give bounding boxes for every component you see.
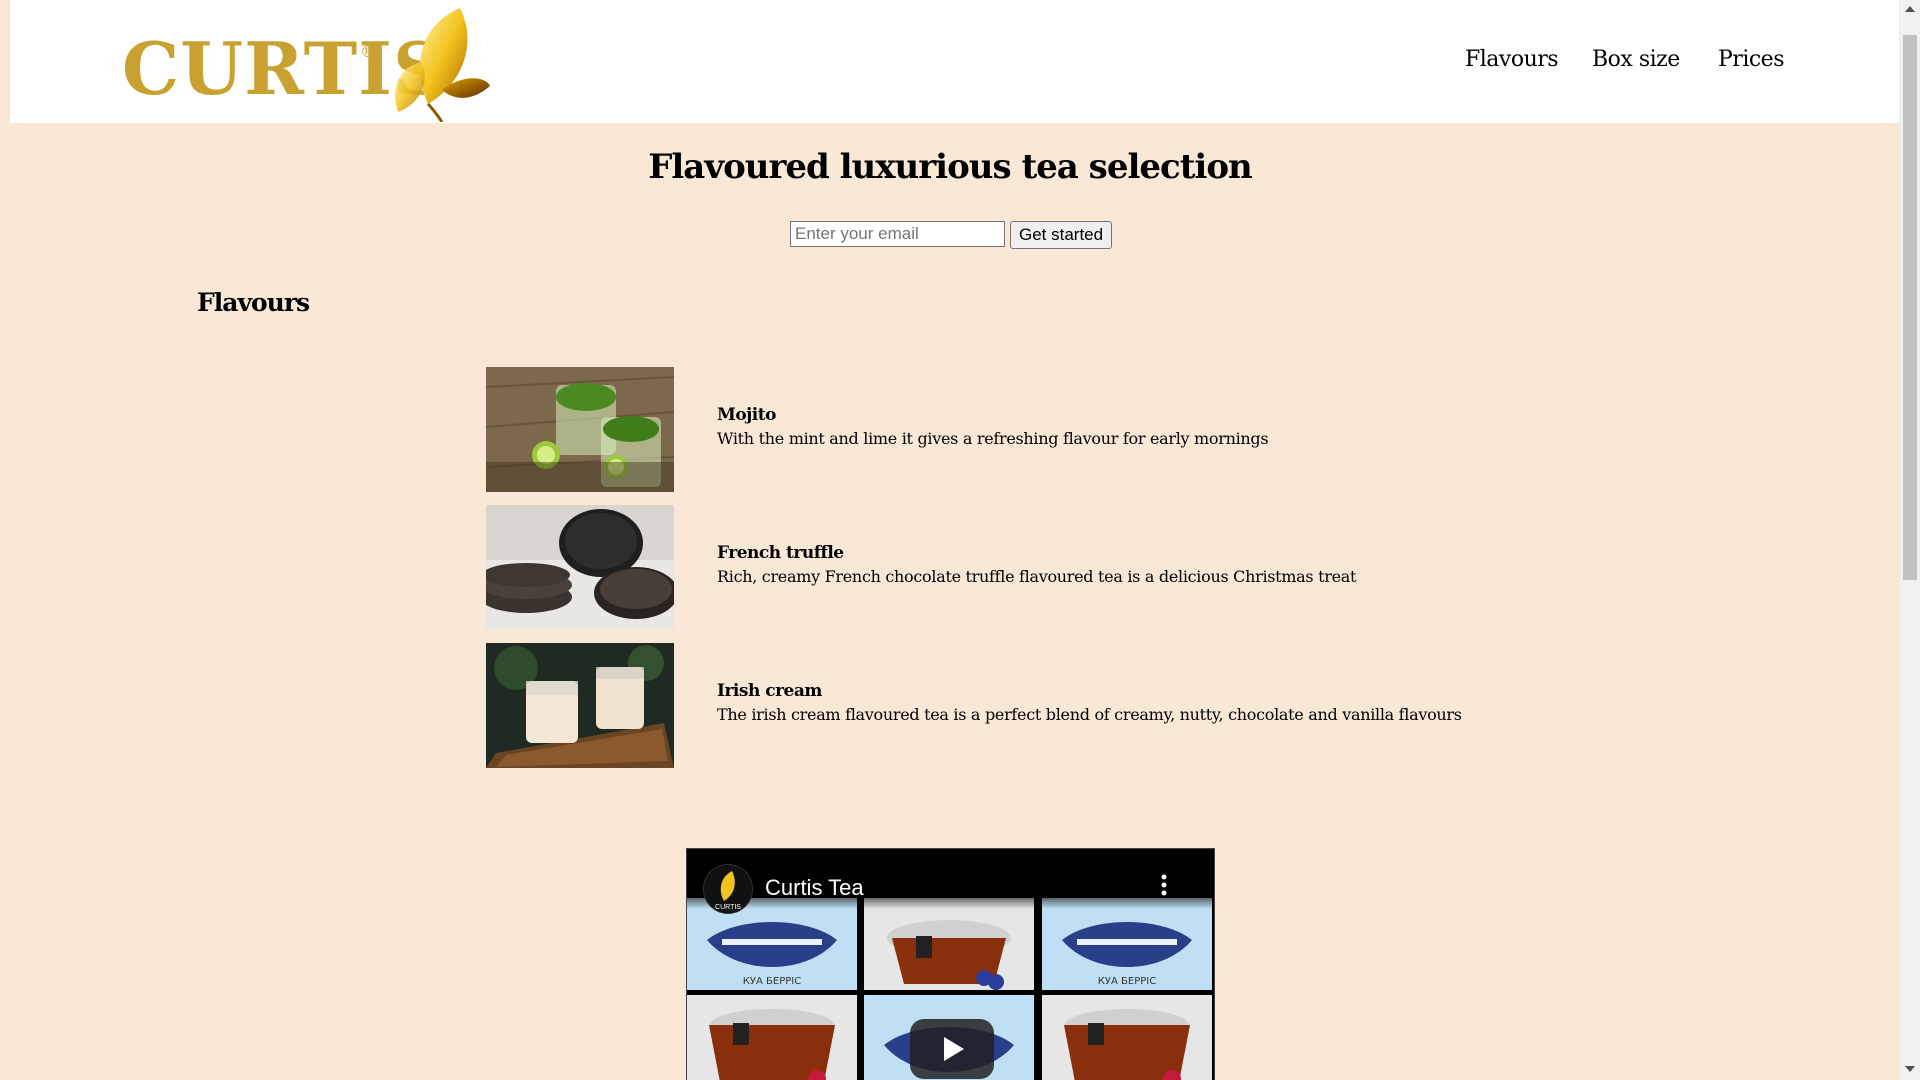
flavour-item-irish-cream: Irish cream The irish cream flavoured te… <box>486 643 1486 768</box>
flavour-description: Rich, creamy French chocolate truffle fl… <box>717 567 1357 586</box>
tea-leaf-icon <box>395 8 490 122</box>
scroll-up-arrow-icon[interactable] <box>1904 4 1916 14</box>
play-button[interactable] <box>910 1019 994 1079</box>
flavour-name: Mojito <box>717 405 776 425</box>
more-options-icon[interactable] <box>1154 873 1174 897</box>
flavour-name: Irish cream <box>717 681 822 701</box>
video-thumb-teacup <box>864 898 1034 990</box>
curtis-avatar-icon: CURTIS <box>704 865 752 913</box>
flavour-text: Mojito With the mint and lime it gives a… <box>717 403 1269 451</box>
thumb-caption: КУА БЕРРІС <box>1098 976 1156 987</box>
flavour-text: French truffle Rich, creamy French choco… <box>717 541 1356 589</box>
get-started-button[interactable]: Get started <box>1010 221 1113 249</box>
nav-link-prices[interactable]: Prices <box>1718 47 1785 72</box>
video-player[interactable]: CURTIS Curtis Tea КУА БЕРРІС КУА БЕРРІС <box>686 848 1215 1080</box>
video-thumb-teacup <box>1042 995 1212 1080</box>
video-thumb-teacup <box>687 995 857 1080</box>
video-thumb-lips: КУА БЕРРІС <box>687 898 857 990</box>
scrollbar-thumb[interactable] <box>1903 35 1917 580</box>
curtis-logo[interactable]: CURTIS ® <box>112 4 492 122</box>
page: CURTIS ® Flavours Box size Prices Flavou… <box>0 0 1900 1080</box>
truffle-photo <box>486 505 674 630</box>
flavour-description: With the mint and lime it gives a refres… <box>717 429 1269 448</box>
mojito-photo <box>486 367 674 492</box>
thumb-caption: КУА БЕРРІС <box>743 976 801 987</box>
signup-form: Get started <box>790 221 1113 249</box>
channel-avatar[interactable]: CURTIS <box>703 864 753 914</box>
video-channel-title[interactable]: Curtis Tea <box>765 875 864 901</box>
logo-registered-mark: ® <box>360 42 376 61</box>
avatar-label: CURTIS <box>715 904 741 911</box>
email-field[interactable] <box>790 221 1005 247</box>
hero-title: Flavoured luxurious tea selection <box>648 147 1252 187</box>
scroll-down-arrow-icon[interactable] <box>1904 1064 1916 1074</box>
nav-link-box-size[interactable]: Box size <box>1592 47 1680 72</box>
site-header: CURTIS ® Flavours Box size Prices <box>10 0 1899 123</box>
flavour-description: The irish cream flavoured tea is a perfe… <box>717 705 1462 724</box>
flavours-heading: Flavours <box>197 288 310 317</box>
flavour-item-mojito: Mojito With the mint and lime it gives a… <box>486 367 1486 492</box>
nav-link-flavours[interactable]: Flavours <box>1465 47 1559 72</box>
play-icon <box>944 1037 964 1061</box>
flavour-name: French truffle <box>717 543 844 563</box>
irish-cream-photo <box>486 643 674 768</box>
flavour-item-french-truffle: French truffle Rich, creamy French choco… <box>486 505 1486 630</box>
video-thumb-lips: КУА БЕРРІС <box>1042 898 1212 990</box>
page-scrollbar[interactable] <box>1900 0 1920 1080</box>
flavour-text: Irish cream The irish cream flavoured te… <box>717 679 1462 727</box>
